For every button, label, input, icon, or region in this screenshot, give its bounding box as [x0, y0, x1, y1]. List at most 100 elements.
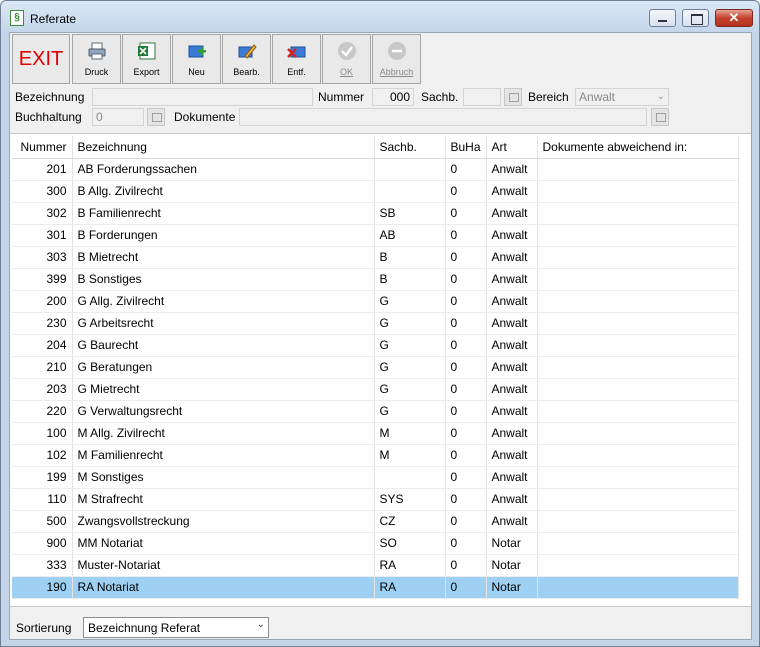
cell-buha: 0 — [445, 554, 487, 577]
table-row[interactable]: 220 G Verwaltungsrecht G 0 Anwalt — [12, 400, 739, 423]
cell-buha: 0 — [445, 180, 487, 203]
exit-button[interactable]: EXIT — [12, 34, 70, 84]
cell-art: Anwalt — [486, 246, 538, 269]
cell-buha: 0 — [445, 334, 487, 357]
buchhaltung-field[interactable]: 0 — [92, 108, 144, 126]
cell-nummer: 230 — [12, 312, 73, 335]
col-header-bezeichnung[interactable]: Bezeichnung — [72, 136, 375, 159]
bereich-select[interactable]: Anwalt ⌄ — [575, 88, 669, 106]
col-header-art[interactable]: Art — [486, 136, 538, 159]
table-row[interactable]: 302 B Familienrecht SB 0 Anwalt — [12, 202, 739, 225]
table-row[interactable]: 190 RA Notariat RA 0 Notar — [12, 576, 739, 599]
col-header-dokumente[interactable]: Dokumente abweichend in: — [537, 136, 739, 159]
bereich-label: Bereich — [528, 90, 569, 104]
chevron-down-icon: ⌄ — [256, 619, 265, 630]
cell-art: Anwalt — [486, 510, 538, 533]
cell-sachb: G — [374, 378, 446, 401]
dokumente-field[interactable] — [239, 108, 647, 126]
bezeichnung-field[interactable] — [92, 88, 313, 106]
sachb-field[interactable] — [463, 88, 501, 106]
cell-buha: 0 — [445, 378, 487, 401]
printer-icon — [88, 42, 106, 60]
cell-dokumente — [537, 400, 739, 423]
table-row[interactable]: 110 M Strafrecht SYS 0 Anwalt — [12, 488, 739, 511]
cell-bezeichnung: RA Notariat — [72, 576, 375, 599]
bezeichnung-label: Bezeichnung — [15, 90, 85, 104]
table-row[interactable]: 303 B Mietrecht B 0 Anwalt — [12, 246, 739, 269]
cell-nummer: 210 — [12, 356, 73, 379]
table-row[interactable]: 230 G Arbeitsrecht G 0 Anwalt — [12, 312, 739, 335]
cell-buha: 0 — [445, 422, 487, 445]
cell-bezeichnung: B Allg. Zivilrecht — [72, 180, 375, 203]
sachb-lookup-button[interactable] — [504, 88, 522, 106]
cell-bezeichnung: B Forderungen — [72, 224, 375, 247]
buchhaltung-label: Buchhaltung — [15, 110, 82, 124]
table-row[interactable]: 204 G Baurecht G 0 Anwalt — [12, 334, 739, 357]
table-row[interactable]: 102 M Familienrecht M 0 Anwalt — [12, 444, 739, 467]
druck-button[interactable]: Druck — [72, 34, 121, 84]
cell-dokumente — [537, 532, 739, 555]
table-row[interactable]: 200 G Allg. Zivilrecht G 0 Anwalt — [12, 290, 739, 313]
nummer-label: Nummer — [318, 90, 365, 104]
cell-buha: 0 — [445, 224, 487, 247]
cell-art: Anwalt — [486, 202, 538, 225]
cell-buha: 0 — [445, 202, 487, 225]
cell-art: Anwalt — [486, 180, 538, 203]
buchhaltung-lookup-button[interactable] — [147, 108, 165, 126]
col-header-nummer[interactable]: Nummer — [12, 136, 73, 159]
table-row[interactable]: 210 G Beratungen G 0 Anwalt — [12, 356, 739, 379]
cell-dokumente — [537, 202, 739, 225]
cell-sachb — [374, 158, 446, 181]
cell-sachb: G — [374, 312, 446, 335]
table-row[interactable]: 199 M Sonstiges 0 Anwalt — [12, 466, 739, 489]
table-row[interactable]: 333 Muster-Notariat RA 0 Notar — [12, 554, 739, 577]
cell-buha: 0 — [445, 268, 487, 291]
sachb-label: Sachb. — [421, 90, 459, 104]
cell-art: Anwalt — [486, 312, 538, 335]
cell-buha: 0 — [445, 532, 487, 555]
cell-art: Anwalt — [486, 488, 538, 511]
table-row[interactable]: 201 AB Forderungssachen 0 Anwalt — [12, 158, 739, 181]
table-row[interactable]: 399 B Sonstiges B 0 Anwalt — [12, 268, 739, 291]
cell-art: Notar — [486, 576, 538, 599]
dokumente-label: Dokumente — [174, 110, 236, 124]
cell-art: Notar — [486, 532, 538, 555]
table-row[interactable]: 301 B Forderungen AB 0 Anwalt — [12, 224, 739, 247]
cell-nummer: 302 — [12, 202, 73, 225]
entf-button[interactable]: Entf. — [272, 34, 321, 84]
bearb-button[interactable]: Bearb. — [222, 34, 271, 84]
export-button[interactable]: Export — [122, 34, 171, 84]
table-row[interactable]: 500 Zwangsvollstreckung CZ 0 Anwalt — [12, 510, 739, 533]
col-header-sachb[interactable]: Sachb. — [374, 136, 446, 159]
neu-label: Neu — [188, 67, 205, 77]
close-button[interactable]: ✕ — [715, 9, 753, 27]
table-row[interactable]: 300 B Allg. Zivilrecht 0 Anwalt — [12, 180, 739, 203]
cell-nummer: 900 — [12, 532, 73, 555]
cell-bezeichnung: B Familienrecht — [72, 202, 375, 225]
cell-sachb: SO — [374, 532, 446, 555]
cell-nummer: 100 — [12, 422, 73, 445]
cell-nummer: 102 — [12, 444, 73, 467]
client-area: EXIT Druck Export Neu Bearb. Entf. OK Ab… — [9, 32, 752, 640]
table-row[interactable]: 203 G Mietrecht G 0 Anwalt — [12, 378, 739, 401]
cell-dokumente — [537, 224, 739, 247]
minimize-button[interactable] — [649, 9, 676, 27]
cell-bezeichnung: G Allg. Zivilrecht — [72, 290, 375, 313]
ok-button[interactable]: OK — [322, 34, 371, 84]
table-row[interactable]: 100 M Allg. Zivilrecht M 0 Anwalt — [12, 422, 739, 445]
cell-nummer: 500 — [12, 510, 73, 533]
table-row[interactable]: 900 MM Notariat SO 0 Notar — [12, 532, 739, 555]
cell-bezeichnung: M Allg. Zivilrecht — [72, 422, 375, 445]
neu-button[interactable]: Neu — [172, 34, 221, 84]
dokumente-folder-button[interactable] — [651, 108, 669, 126]
cell-dokumente — [537, 554, 739, 577]
cell-sachb: G — [374, 400, 446, 423]
title-bar[interactable]: § Referate ✕ — [1, 1, 759, 31]
check-icon — [338, 42, 356, 60]
col-header-buha[interactable]: BuHa — [445, 136, 487, 159]
maximize-button[interactable] — [682, 9, 709, 27]
sortierung-select[interactable]: Bezeichnung Referat ⌄ — [83, 617, 269, 638]
cell-art: Anwalt — [486, 334, 538, 357]
abbruch-button[interactable]: Abbruch — [372, 34, 421, 84]
nummer-field[interactable]: 000 — [372, 88, 414, 106]
